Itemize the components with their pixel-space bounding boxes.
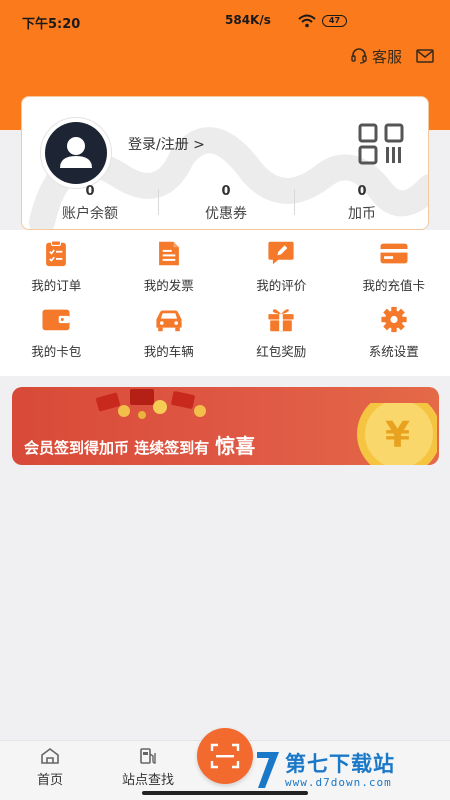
mail-icon[interactable] xyxy=(416,49,434,63)
status-time: 下午5:20 xyxy=(22,17,81,32)
qr-code-icon[interactable] xyxy=(358,123,408,165)
menu-item-label: 我的发票 xyxy=(143,278,194,293)
tab-station-finder[interactable]: 站点查找 xyxy=(103,747,193,788)
menu-item-red-packet[interactable]: 红包奖励 xyxy=(225,306,338,360)
header-actions: 客服 xyxy=(350,46,434,66)
menu-grid: 我的订单 我的发票 我的评价 我的充值卡 我的卡包 我的车辆 红包奖励 系统设置 xyxy=(0,240,450,360)
menu-area: 我的订单 我的发票 我的评价 我的充值卡 我的卡包 我的车辆 红包奖励 系统设置 xyxy=(0,230,450,376)
scan-button[interactable] xyxy=(197,728,253,784)
home-indicator xyxy=(142,791,308,795)
profile-card: 登录/注册 > 0 账户余额 0 优惠券 0 加币 xyxy=(21,96,429,230)
menu-item-settings[interactable]: 系统设置 xyxy=(338,306,450,360)
red-packets-decoration xyxy=(96,389,206,419)
invoice-icon xyxy=(158,241,179,266)
battery-indicator: 47 xyxy=(322,15,347,27)
review-edit-icon xyxy=(268,241,294,265)
watermark-title: 第七下载站 xyxy=(285,751,395,776)
yuan-coin-icon: ¥ xyxy=(357,403,437,465)
svg-text:¥: ¥ xyxy=(385,415,410,456)
wifi-icon xyxy=(298,14,316,28)
stat-coupons[interactable]: 0 优惠券 xyxy=(158,183,294,227)
menu-item-reviews[interactable]: 我的评价 xyxy=(225,240,338,294)
avatar[interactable] xyxy=(40,117,112,189)
menu-item-wallet[interactable]: 我的卡包 xyxy=(0,306,113,360)
customer-service-label: 客服 xyxy=(371,47,402,66)
login-register-link[interactable]: 登录/注册 > xyxy=(128,134,205,154)
order-clipboard-icon xyxy=(46,240,67,267)
gear-icon xyxy=(381,306,407,333)
status-network-speed: 584K/s xyxy=(225,13,271,27)
banner-text-main: 会员签到得加币 连续签到有 xyxy=(24,439,210,457)
menu-item-label: 我的充值卡 xyxy=(362,278,425,293)
menu-item-label: 红包奖励 xyxy=(256,344,307,359)
menu-item-label: 我的评价 xyxy=(256,278,307,293)
status-bar: 下午5:20 584K/s 47 xyxy=(0,0,450,40)
menu-item-recharge-card[interactable]: 我的充值卡 xyxy=(338,240,450,294)
stat-value: 0 xyxy=(85,184,95,199)
menu-item-label: 我的车辆 xyxy=(143,344,194,359)
stat-value: 0 xyxy=(357,184,367,199)
site-watermark: 第七下载站 www.d7down.com xyxy=(255,748,395,792)
wallet-icon xyxy=(42,309,70,331)
banner-text: 会员签到得加币 连续签到有 惊喜 xyxy=(24,430,255,459)
menu-item-label: 我的卡包 xyxy=(31,344,82,359)
stat-label: 优惠券 xyxy=(205,206,247,222)
scan-icon xyxy=(210,743,240,769)
tab-home[interactable]: 首页 xyxy=(5,747,95,788)
headset-icon xyxy=(351,48,367,64)
account-stats: 0 账户余额 0 优惠券 0 加币 xyxy=(22,183,428,227)
home-icon xyxy=(41,748,59,764)
menu-item-invoices[interactable]: 我的发票 xyxy=(113,240,226,294)
stat-balance[interactable]: 0 账户余额 xyxy=(22,183,158,227)
menu-item-label: 我的订单 xyxy=(31,278,82,293)
customer-service-button[interactable]: 客服 xyxy=(350,46,402,67)
gift-icon xyxy=(268,309,294,332)
watermark-url: www.d7down.com xyxy=(285,775,392,789)
d7-logo-icon xyxy=(257,752,279,788)
tab-label: 站点查找 xyxy=(121,773,174,788)
checkin-banner[interactable]: 会员签到得加币 连续签到有 惊喜 ¥ xyxy=(12,387,439,465)
stat-label: 加币 xyxy=(348,206,376,222)
stat-label: 账户余额 xyxy=(62,206,118,222)
stat-coins[interactable]: 0 加币 xyxy=(294,183,428,227)
recharge-card-icon xyxy=(380,243,408,264)
car-icon xyxy=(156,310,182,332)
menu-item-vehicles[interactable]: 我的车辆 xyxy=(113,306,226,360)
banner-highlight: 惊喜 xyxy=(215,434,256,458)
menu-item-orders[interactable]: 我的订单 xyxy=(0,240,113,294)
menu-item-label: 系统设置 xyxy=(368,344,419,359)
user-avatar-icon xyxy=(45,122,107,184)
fuel-station-icon xyxy=(140,748,156,764)
stat-value: 0 xyxy=(221,184,231,199)
tab-label: 首页 xyxy=(36,773,63,788)
